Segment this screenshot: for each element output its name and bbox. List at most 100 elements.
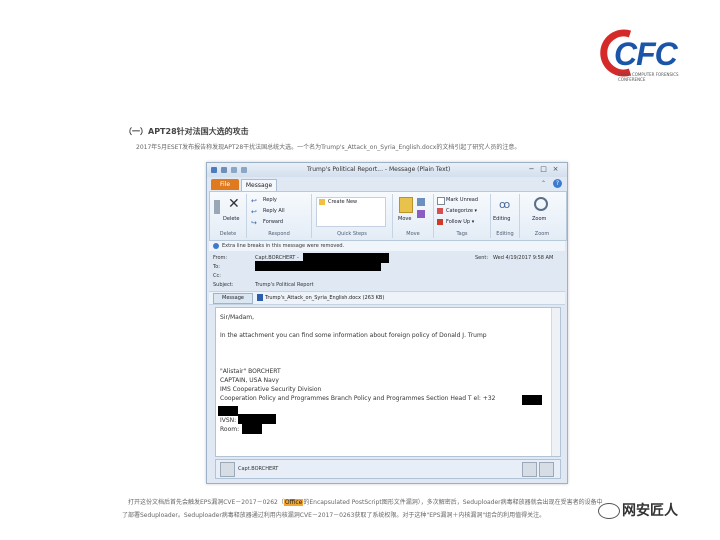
signature-branch: Cooperation Policy and Programmes Branch… <box>220 395 496 402</box>
editing-button[interactable]: Editing <box>493 216 510 222</box>
intro-text: 2017年5月ESET发布报告称发现APT28干扰法国总统大选。一个名为Trum… <box>136 144 521 151</box>
zoom-button[interactable]: Zoom <box>532 216 546 222</box>
ignore-icon[interactable] <box>214 200 220 214</box>
cfc-logo: CFC CHINA COMPUTER FORENSICS CONFERENCE <box>600 28 700 90</box>
editing-group: ꝏ Editing Editing <box>491 194 520 238</box>
signature-division: IMS Cooperative Security Division <box>220 386 322 393</box>
ribbon-tabs: File Message ⌃ ? <box>207 177 567 192</box>
redo-icon[interactable] <box>241 167 247 173</box>
reply-icon: ↩ <box>251 197 257 205</box>
delete-button[interactable]: Delete <box>223 216 239 222</box>
maximize-button[interactable]: □ <box>539 165 548 173</box>
help-icon[interactable]: ? <box>553 179 562 188</box>
signature-name: "Alistair" BORCHERT <box>220 368 281 375</box>
editing-group-label: Editing <box>496 231 514 237</box>
move-group: Move Move <box>393 194 434 238</box>
message-tab-button[interactable]: Message <box>213 293 253 304</box>
info-icon <box>213 242 219 249</box>
tags-group: Mark Unread Categorize ▾ Follow Up ▾ Tag… <box>434 194 491 238</box>
delete-group-label: Delete <box>219 231 237 237</box>
flag-icon <box>437 219 443 225</box>
body-line: In the attachment you can find some info… <box>220 332 487 339</box>
ribbon: ✕ Delete Delete ↩ Reply ↩ Reply All ↪ Fo… <box>209 191 567 241</box>
forward-icon: ↪ <box>251 219 257 227</box>
footer-line-1: 打开这份文档后首先会触发EPS漏洞CVE－2017－0262（Office的En… <box>128 497 603 506</box>
watermark-text: 网安匠人 <box>622 500 678 520</box>
respond-group: ↩ Reply ↩ Reply All ↪ Forward Respond <box>247 194 312 238</box>
outlook-message-window: Trump's Political Report... - Message (P… <box>206 162 568 484</box>
signature-room: Room: <box>220 426 240 433</box>
zoom-group-label: Zoom <box>534 231 550 237</box>
rules-icon[interactable] <box>417 198 425 206</box>
reply-all-icon: ↩ <box>251 208 257 216</box>
respond-group-label: Respond <box>268 231 290 237</box>
tab-file[interactable]: File <box>211 179 239 190</box>
footer-line-2: 了部署Seduploader。Seduploader病毒释放器通过利用内核漏洞C… <box>122 512 546 519</box>
signature-rank: CAPTAIN, USA Navy <box>220 377 279 384</box>
footer-line-1-pre: 打开这份文档后首先会触发EPS漏洞CVE－2017－0262（ <box>128 499 284 506</box>
sent-value: Wed 4/19/2017 9:58 AM <box>493 255 554 261</box>
close-button[interactable]: × <box>551 165 560 173</box>
follow-up-button[interactable]: Follow Up ▾ <box>446 219 474 225</box>
subject-label: Subject: <box>213 282 234 288</box>
quick-steps-label: Quick Steps <box>337 231 367 237</box>
section-heading: （一）APT28针对法国大选的攻击 <box>124 127 249 136</box>
attachment-bar: Message Trump's_Attack_on_Syria_English.… <box>209 291 565 305</box>
attachment-file[interactable]: Trump's_Attack_on_Syria_English.docx (26… <box>257 294 384 301</box>
onenote-icon[interactable] <box>417 210 425 218</box>
envelope-icon <box>437 197 445 205</box>
message-body[interactable]: Sir/Madam, In the attachment you can fin… <box>215 307 561 457</box>
window-title: Trump's Political Report... - Message (P… <box>307 166 451 173</box>
undo-icon[interactable] <box>231 167 237 173</box>
sent-label: Sent: <box>475 255 489 261</box>
tags-group-label: Tags <box>456 231 468 237</box>
wechat-icon <box>598 503 620 519</box>
info-bar-text: Extra line breaks in this message were r… <box>222 243 345 249</box>
move-button[interactable]: Move <box>398 216 411 222</box>
create-new-button[interactable]: Create New <box>328 199 357 205</box>
quick-steps-group: Create New Quick Steps <box>312 194 393 238</box>
lightning-icon <box>319 199 325 205</box>
magnifier-icon <box>534 197 548 211</box>
redaction-bar <box>242 424 262 434</box>
avatar <box>522 462 537 477</box>
title-bar: Trump's Political Report... - Message (P… <box>207 163 567 177</box>
vertical-scrollbar[interactable] <box>551 308 560 456</box>
redaction-bar <box>218 406 238 416</box>
footer-line-1-post: 的Encapsulated PostScript图形文件漏洞），多次解密后，Se… <box>303 499 603 506</box>
delete-icon[interactable]: ✕ <box>228 196 240 212</box>
forward-button[interactable]: Forward <box>263 219 283 225</box>
mark-unread-button[interactable]: Mark Unread <box>446 197 478 203</box>
redaction-bar <box>255 261 381 271</box>
move-folder-icon[interactable] <box>399 197 413 213</box>
redaction-bar <box>238 414 276 424</box>
greeting: Sir/Madam, <box>220 314 255 321</box>
redaction-bar <box>522 395 542 405</box>
move-group-label: Move <box>406 231 420 237</box>
sender-bar: Capt.BORCHERT <box>215 459 561 479</box>
info-bar: Extra line breaks in this message were r… <box>209 241 565 251</box>
attachment-file-name: Trump's_Attack_on_Syria_English.docx (26… <box>265 295 385 301</box>
categorize-icon <box>437 208 443 214</box>
zoom-group: Zoom Zoom <box>520 194 564 238</box>
logo-subtitle: CHINA COMPUTER FORENSICS CONFERENCE <box>618 72 679 82</box>
binoculars-icon: ꝏ <box>499 198 511 211</box>
minimize-button[interactable]: − <box>527 165 536 173</box>
from-label: From: <box>213 255 228 261</box>
sender-name[interactable]: Capt.BORCHERT <box>238 466 278 472</box>
avatar <box>539 462 554 477</box>
reply-button[interactable]: Reply <box>263 197 277 203</box>
ribbon-collapse-icon[interactable]: ⌃ <box>541 180 549 188</box>
signature-ivsn: IVSN: <box>220 417 237 424</box>
to-label: To: <box>213 264 220 270</box>
avatar <box>220 462 235 477</box>
save-icon[interactable] <box>221 167 227 173</box>
categorize-button[interactable]: Categorize ▾ <box>446 208 477 214</box>
outlook-icon <box>211 167 217 173</box>
delete-group: ✕ Delete Delete <box>210 194 247 238</box>
word-doc-icon <box>257 294 263 301</box>
cc-label: Cc: <box>213 273 221 279</box>
reply-all-button[interactable]: Reply All <box>263 208 285 214</box>
subject-value: Trump's Political Report <box>255 282 314 288</box>
logo-text: CFC <box>614 36 678 72</box>
